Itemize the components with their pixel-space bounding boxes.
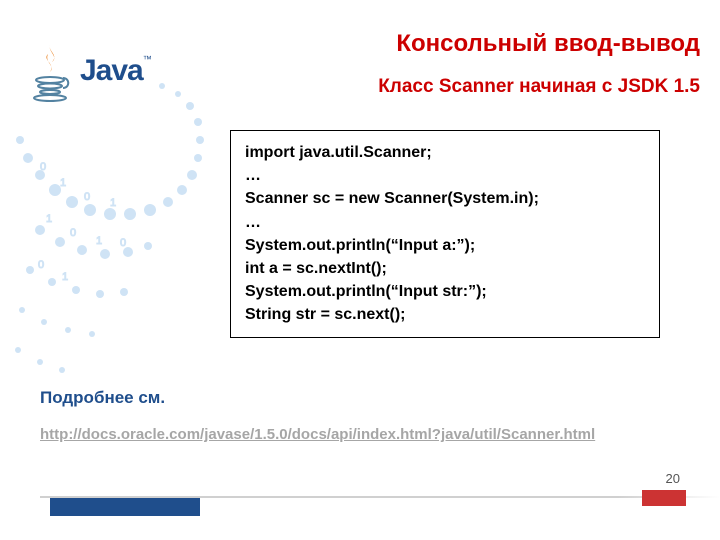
- svg-text:1: 1: [110, 197, 116, 209]
- code-line: System.out.println(“Input a:”);: [245, 234, 645, 257]
- java-cup-icon: [30, 40, 74, 102]
- code-line: import java.util.Scanner;: [245, 141, 645, 164]
- svg-text:0: 0: [84, 191, 90, 203]
- svg-text:0: 0: [40, 161, 46, 173]
- code-line: int a = sc.nextInt();: [245, 257, 645, 280]
- code-example-box: import java.util.Scanner; … Scanner sc =…: [230, 130, 660, 338]
- footer-blue-bar: [50, 498, 200, 516]
- svg-text:1: 1: [96, 235, 102, 247]
- svg-text:0: 0: [70, 227, 76, 239]
- page-number: 20: [666, 471, 680, 486]
- code-line: System.out.println(“Input str:”);: [245, 280, 645, 303]
- footer-red-block: [642, 490, 686, 506]
- code-line: Scanner sc = new Scanner(System.in);: [245, 187, 645, 210]
- trademark-symbol: ™: [143, 54, 152, 64]
- svg-text:1: 1: [60, 177, 66, 189]
- svg-text:1: 1: [62, 271, 68, 283]
- code-line: …: [245, 164, 645, 187]
- slide-title: Консольный ввод-вывод: [340, 30, 700, 58]
- more-info-label: Подробнее см.: [40, 388, 165, 408]
- svg-text:0: 0: [38, 259, 44, 271]
- slide-subtitle: Класс Scanner начиная с JSDK 1.5: [300, 76, 700, 98]
- code-line: …: [245, 211, 645, 234]
- java-logo-text: Java: [80, 54, 143, 87]
- docs-link[interactable]: http://docs.oracle.com/javase/1.5.0/docs…: [40, 426, 710, 443]
- code-line: String str = sc.next();: [245, 303, 645, 326]
- svg-text:1: 1: [46, 213, 52, 225]
- svg-text:0: 0: [120, 237, 126, 249]
- java-logo: Java™: [30, 40, 152, 102]
